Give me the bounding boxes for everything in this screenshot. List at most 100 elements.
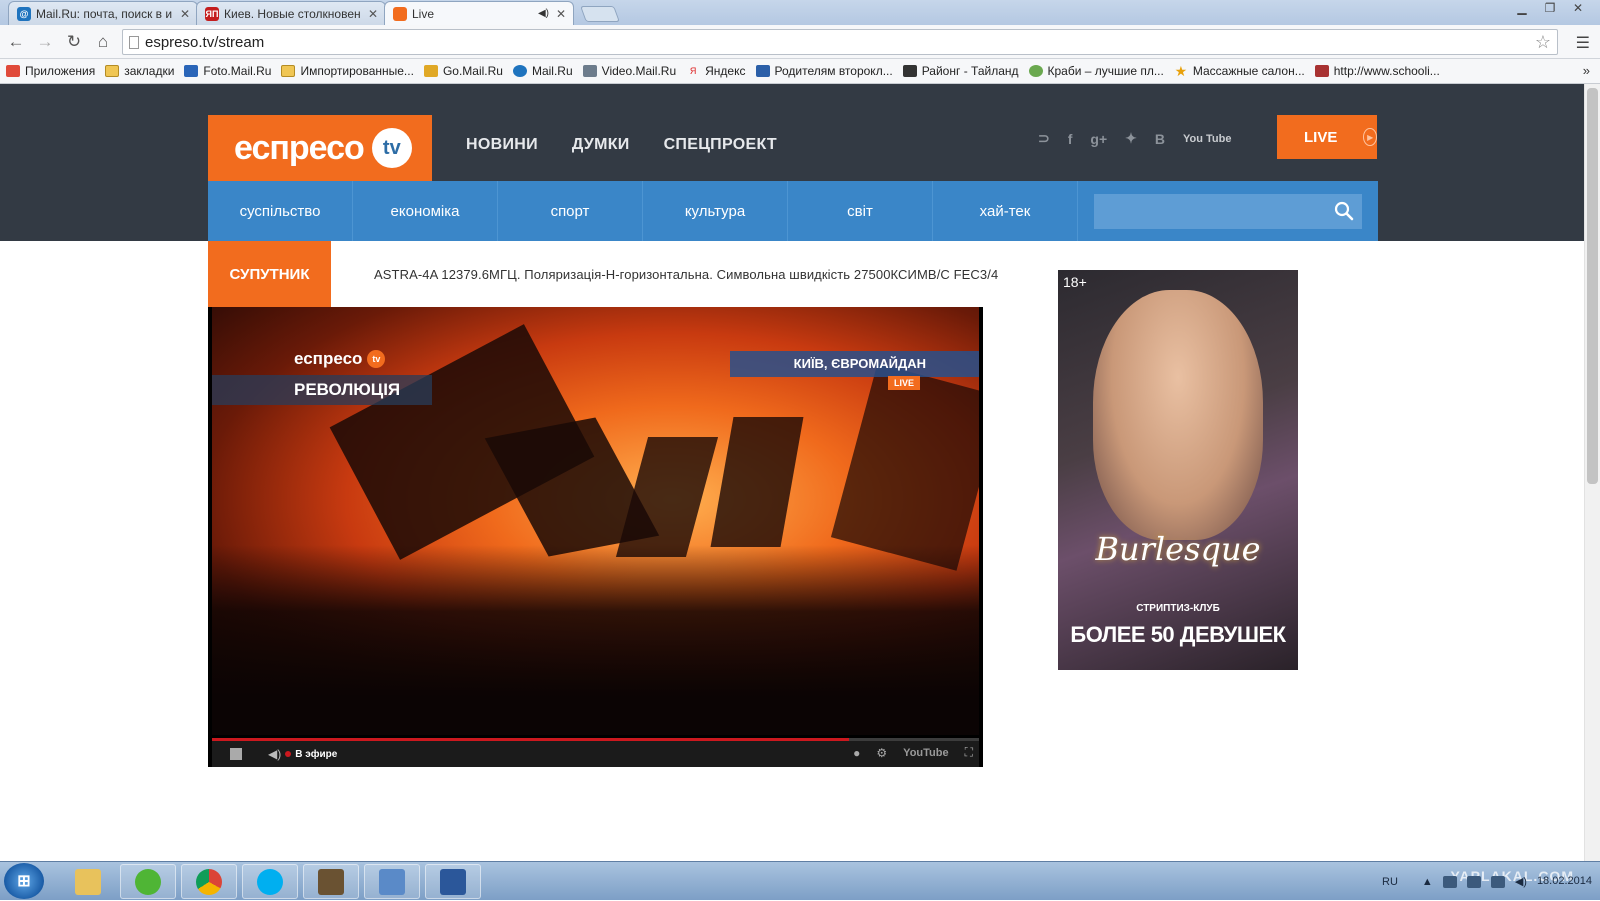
reload-icon[interactable]: ↻	[64, 32, 84, 52]
search-icon[interactable]	[1334, 201, 1354, 221]
site-logo[interactable]: еспресо tv	[208, 115, 432, 181]
close-window-icon[interactable]: ✕	[1564, 0, 1592, 18]
explorer-icon[interactable]	[60, 864, 116, 899]
player-right-controls: ● ⚙ YouTube ⛶	[853, 745, 973, 760]
flag-shape	[615, 437, 719, 557]
espreso-icon	[393, 6, 407, 21]
age-rating-badge: 18+	[1063, 274, 1087, 290]
close-tab-icon[interactable]: ✕	[367, 7, 379, 21]
youtube-icon[interactable]: You Tube	[1183, 133, 1231, 145]
category-suspilstvo[interactable]: суспільство	[208, 181, 353, 241]
close-tab-icon[interactable]: ✕	[179, 7, 191, 21]
bookmark-massage[interactable]: ★ Массажные салон...	[1174, 63, 1305, 79]
game-icon[interactable]	[303, 864, 359, 899]
skype-icon[interactable]	[242, 864, 298, 899]
bookmark-rayong[interactable]: Районг - Тайланд	[902, 64, 1019, 78]
logo-word: еспресо	[234, 128, 365, 167]
bookmark-yandex[interactable]: Я Яндекс	[686, 64, 746, 78]
tab-yaplakal[interactable]: ЯП Киев. Новые столкновен ✕	[196, 1, 386, 25]
bookmark-parents[interactable]: Родителям второкл...	[755, 64, 893, 78]
youtube-logo[interactable]: YouTube	[903, 747, 948, 759]
foto-mailru-icon	[184, 65, 199, 77]
scrollbar-thumb[interactable]	[1587, 88, 1598, 484]
go-mailru-icon	[423, 65, 438, 77]
tray-app-icon[interactable]	[1442, 875, 1457, 888]
tab-title: Live	[412, 6, 435, 21]
page-icon	[129, 36, 139, 49]
live-button[interactable]: LIVE ▶	[1277, 115, 1377, 159]
tab-live[interactable]: Live ◀) ✕	[384, 1, 574, 25]
forward-arrow-icon[interactable]: →	[35, 32, 55, 52]
bookmark-krabi[interactable]: Краби – лучшие пл...	[1028, 64, 1164, 78]
category-sport[interactable]: спорт	[498, 181, 643, 241]
bookmark-foto-mailru[interactable]: Foto.Mail.Ru	[184, 64, 271, 78]
ad-banner[interactable]: 18+ Burlesque СТРИПТИЗ-КЛУБ БОЛЕЕ 50 ДЕВ…	[1058, 270, 1298, 670]
category-kultura[interactable]: культура	[643, 181, 788, 241]
mailru-icon: @	[17, 6, 31, 21]
crowd-silhouette	[212, 545, 979, 735]
window-controls: ▁ ❐ ✕	[1508, 0, 1592, 18]
page-scrollbar[interactable]	[1584, 84, 1600, 861]
bookmark-star-icon[interactable]: ☆	[1535, 32, 1551, 53]
chrome-menu-icon[interactable]: ☰	[1576, 33, 1590, 53]
search-input[interactable]	[1102, 200, 1322, 222]
back-arrow-icon[interactable]: ←	[6, 32, 26, 52]
facebook-icon[interactable]: f	[1068, 131, 1073, 147]
bookmark-apps[interactable]: Приложения	[6, 64, 95, 78]
bookmark-video-mailru[interactable]: Video.Mail.Ru	[582, 64, 676, 78]
nav-novyny[interactable]: НОВИНИ	[466, 136, 538, 154]
network-icon[interactable]	[1466, 875, 1481, 888]
category-svit[interactable]: світ	[788, 181, 933, 241]
word-icon[interactable]	[425, 864, 481, 899]
restore-icon[interactable]: ❐	[1536, 0, 1564, 18]
info-icon[interactable]: ●	[853, 746, 860, 760]
bookmark-mailru[interactable]: Mail.Ru	[512, 64, 573, 78]
fullscreen-icon[interactable]: ⛶	[965, 745, 973, 760]
bookmark-folder-zakladki[interactable]: закладки	[105, 64, 174, 78]
bookmark-label: Краби – лучшие пл...	[1047, 64, 1164, 78]
vk-icon[interactable]: В	[1155, 131, 1165, 147]
video-frame[interactable]: РЕВОЛЮЦІЯ еспресо tv КИЇВ, ЄВРОМАЙДАН LI…	[212, 307, 979, 735]
player-controls: ◀) В эфире ● ⚙ YouTube ⛶	[212, 741, 979, 767]
language-indicator[interactable]: RU	[1382, 876, 1398, 888]
photo-viewer-icon[interactable]	[364, 864, 420, 899]
video-player[interactable]: РЕВОЛЮЦІЯ еспресо tv КИЇВ, ЄВРОМАЙДАН LI…	[208, 307, 983, 767]
speaker-icon[interactable]: ◀)	[1515, 875, 1527, 888]
nav-specproekt[interactable]: СПЕЦПРОЕКТ	[664, 136, 777, 154]
category-hi-tech[interactable]: хай-тек	[933, 181, 1078, 241]
live-dot-icon	[285, 751, 292, 757]
bookmarks-bar: Приложения закладки Foto.Mail.Ru Импорти…	[0, 59, 1600, 84]
on-air-status: В эфире	[295, 748, 338, 760]
close-tab-icon[interactable]: ✕	[555, 7, 567, 21]
minimize-icon[interactable]: ▁	[1508, 0, 1536, 18]
twitter-icon[interactable]: ✦	[1125, 130, 1137, 147]
bookmark-label: Mail.Ru	[531, 64, 573, 78]
windows-taskbar: ⊞ YAPLAKAL.COM RU ▲ ◀) 18.02.2014	[0, 861, 1600, 900]
icq-icon[interactable]	[120, 864, 176, 899]
google-plus-icon[interactable]: g+	[1090, 131, 1107, 147]
bookmark-go-mailru[interactable]: Go.Mail.Ru	[423, 64, 503, 78]
home-icon[interactable]: ⌂	[93, 32, 113, 52]
skype-logo	[257, 868, 283, 895]
more-bookmarks-icon[interactable]: »	[1583, 63, 1590, 78]
tray-expand-icon[interactable]: ▲	[1422, 876, 1433, 888]
tab-mailru[interactable]: @ Mail.Ru: почта, поиск в и ✕	[8, 1, 198, 25]
flag-icon[interactable]	[1490, 875, 1505, 888]
stop-icon[interactable]	[230, 748, 242, 760]
bookmark-folder-imported[interactable]: Импортированные...	[281, 64, 414, 78]
new-tab-button[interactable]	[580, 6, 620, 22]
rss-icon[interactable]: ⊃	[1038, 130, 1050, 147]
bookmark-label: Go.Mail.Ru	[442, 64, 503, 78]
bookmark-schooli[interactable]: http://www.schooli...	[1314, 64, 1440, 78]
start-button[interactable]: ⊞	[4, 863, 44, 899]
address-bar[interactable]: ☆	[122, 29, 1558, 55]
system-tray: RU ▲ ◀) 18.02.2014	[1382, 862, 1600, 901]
volume-icon[interactable]: ◀)	[268, 747, 281, 761]
chrome-icon[interactable]	[181, 864, 237, 899]
main-nav: НОВИНИ ДУМКИ СПЕЦПРОЕКТ	[466, 136, 777, 154]
nav-dumky[interactable]: ДУМКИ	[572, 136, 630, 154]
clock[interactable]: 18.02.2014	[1537, 875, 1592, 888]
settings-gear-icon[interactable]: ⚙	[876, 746, 887, 760]
category-ekonomika[interactable]: економіка	[353, 181, 498, 241]
url-input[interactable]	[145, 32, 1525, 52]
